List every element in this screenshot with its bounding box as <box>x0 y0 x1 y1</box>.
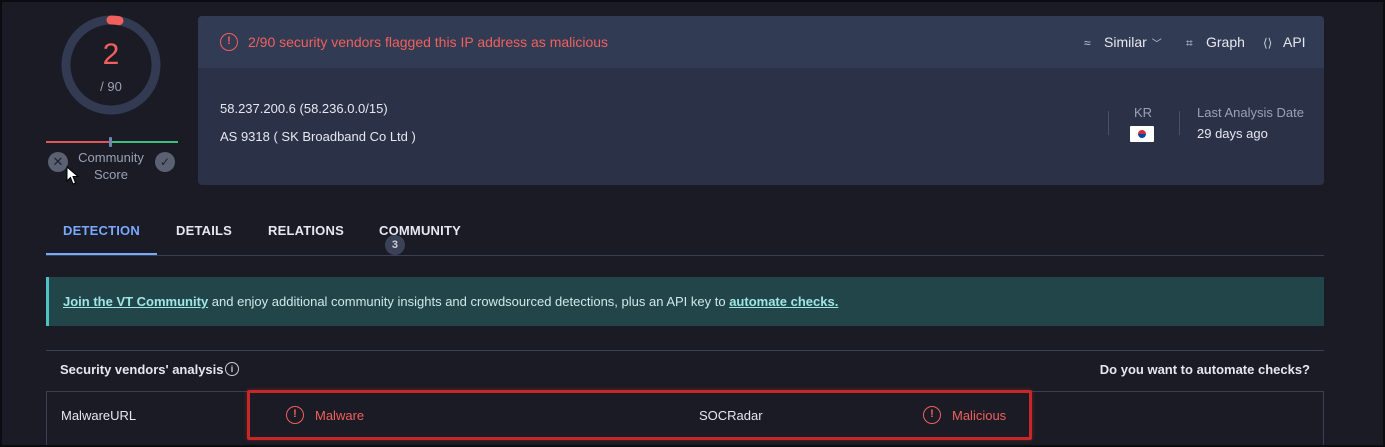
vendors-header: Security vendors' analysis i Do you want… <box>46 350 1324 392</box>
country-code: KR <box>1134 105 1153 120</box>
vendors-title: Security vendors' analysis <box>60 362 224 377</box>
chevron-down-icon: ﹀ <box>1151 39 1162 50</box>
automate-checks-prompt[interactable]: Do you want to automate checks? <box>1100 362 1310 377</box>
vote-harmless-button[interactable]: ✓ <box>155 152 175 172</box>
alert-icon: ! <box>220 33 238 51</box>
banner-text: Join the VT Community and enjoy addition… <box>63 294 838 309</box>
alert-bar: ! 2/90 security vendors flagged this IP … <box>198 16 1324 68</box>
detection-total: / 90 <box>100 79 122 94</box>
info-icon[interactable]: i <box>225 362 239 376</box>
tab-detection[interactable]: DETECTION <box>46 212 157 255</box>
tab-bar: DETECTION DETAILS RELATIONS COMMUNITY3 <box>46 212 1324 256</box>
ip-address[interactable]: 58.237.200.6 (58.236.0.0/15) <box>220 101 388 116</box>
divider <box>1179 111 1180 135</box>
graph-icon: ⌗ <box>1186 36 1193 50</box>
similar-button[interactable]: ≈ Similar ﹀ <box>1084 34 1162 50</box>
annotation-highlight-box <box>247 390 1032 440</box>
api-button[interactable]: ⟨⟩ API <box>1263 34 1306 50</box>
api-icon: ⟨⟩ <box>1263 36 1273 50</box>
community-count-badge: 3 <box>385 235 405 256</box>
tab-relations[interactable]: RELATIONS <box>268 212 344 255</box>
last-analysis-value: 29 days ago <box>1197 126 1268 141</box>
banner-middle-text: and enjoy additional community insights … <box>208 294 730 309</box>
community-banner: Join the VT Community and enjoy addition… <box>46 277 1324 326</box>
automate-checks-link[interactable]: automate checks. <box>729 294 838 309</box>
detection-count: 2 <box>102 38 120 71</box>
ip-summary-card: ! 2/90 security vendors flagged this IP … <box>198 16 1324 185</box>
alert-message: 2/90 security vendors flagged this IP ad… <box>248 34 609 50</box>
vendor-name: MalwareURL <box>61 408 137 423</box>
tab-community[interactable]: COMMUNITY3 <box>379 212 483 256</box>
join-community-link[interactable]: Join the VT Community <box>63 294 208 309</box>
autonomous-system[interactable]: AS 9318 ( SK Broadband Co Ltd ) <box>220 129 416 144</box>
graph-button[interactable]: ⌗ Graph <box>1186 34 1245 51</box>
last-analysis-label: Last Analysis Date <box>1197 105 1304 120</box>
community-score-bar <box>46 137 178 147</box>
similar-icon: ≈ <box>1084 36 1091 50</box>
tab-details[interactable]: DETAILS <box>176 212 232 255</box>
mouse-cursor-icon <box>66 166 80 185</box>
divider <box>1108 111 1109 135</box>
south-korea-flag-icon <box>1130 126 1154 142</box>
community-score-label: Community Score <box>78 150 144 182</box>
vote-malicious-button[interactable]: ✕ <box>48 152 68 172</box>
